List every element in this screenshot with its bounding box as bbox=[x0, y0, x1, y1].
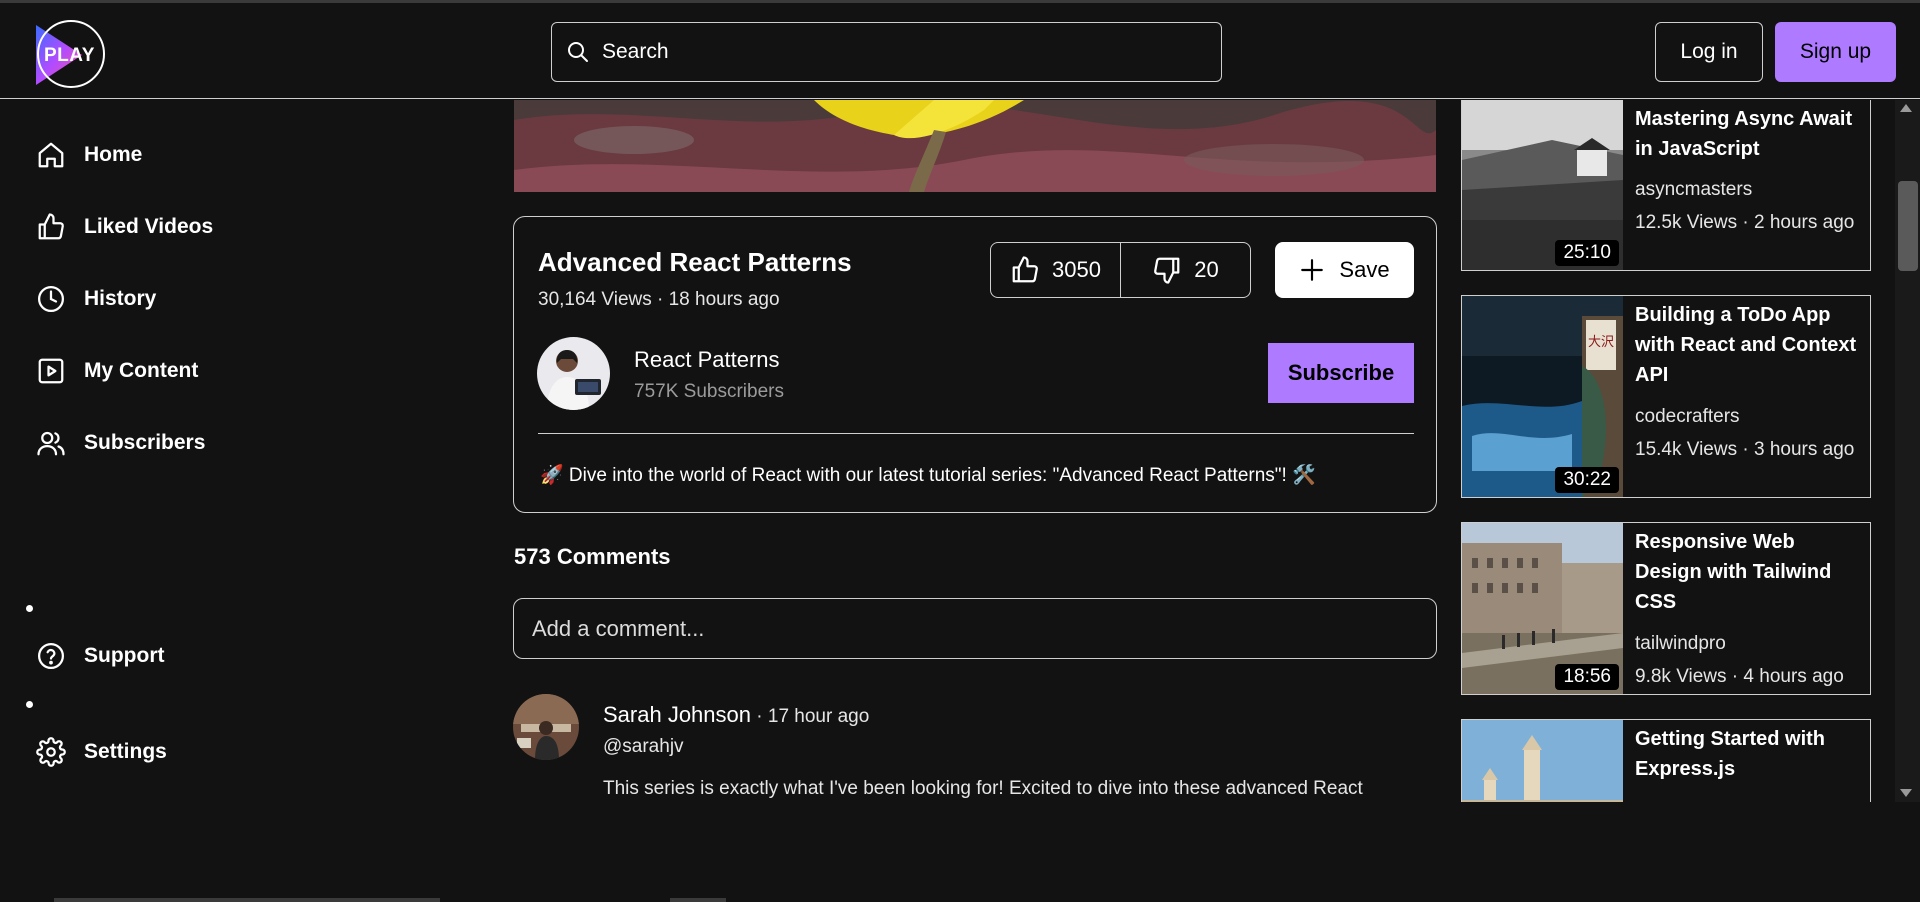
video-meta: 30,164 Views · 18 hours ago bbox=[538, 289, 780, 310]
recommended-title: Mastering Async Await in JavaScript bbox=[1635, 108, 1853, 160]
play-logo[interactable]: PLAY bbox=[34, 19, 108, 89]
sidebar-item-label: Home bbox=[84, 143, 143, 166]
recommended-channel: asyncmasters bbox=[1635, 179, 1753, 200]
video-info-card: Advanced React Patterns 30,164 Views · 1… bbox=[513, 216, 1437, 513]
recommended-video-card[interactable]: Getting Started with Express.js bbox=[1461, 719, 1871, 802]
video-duration: 30:22 bbox=[1555, 467, 1619, 493]
sidebar-item-home[interactable]: Home bbox=[36, 135, 142, 175]
divider bbox=[538, 433, 1414, 434]
comment-text: This series is exactly what I've been lo… bbox=[603, 778, 1363, 799]
video-description: 🚀 Dive into the world of React with our … bbox=[540, 465, 1316, 486]
svg-text:大沢: 大沢 bbox=[1588, 335, 1614, 350]
subscribe-button[interactable]: Subscribe bbox=[1268, 343, 1414, 403]
horizontal-scrollbar[interactable] bbox=[54, 898, 440, 902]
video-thumbnail: 18:56 bbox=[1462, 523, 1623, 694]
recommended-video-card[interactable]: 18:56 Responsive Web Design with Tailwin… bbox=[1461, 522, 1871, 695]
channel-name[interactable]: React Patterns bbox=[634, 347, 780, 373]
video-thumbnail bbox=[1462, 720, 1623, 802]
horizontal-scrollbar-segment[interactable] bbox=[670, 898, 726, 902]
sidebar-item-label: My Content bbox=[84, 359, 199, 382]
plus-icon bbox=[1301, 259, 1324, 281]
sidebar-item-label: Support bbox=[84, 644, 165, 667]
recommended-video-card[interactable]: 25:10 Mastering Async Await in JavaScrip… bbox=[1461, 100, 1871, 271]
sidebar: Home Liked Videos History My Content Sub… bbox=[0, 100, 480, 802]
sidebar-item-subscribers[interactable]: Subscribers bbox=[36, 423, 205, 463]
users-icon bbox=[37, 431, 65, 456]
video-player[interactable] bbox=[514, 100, 1436, 192]
recommended-channel: codecrafters bbox=[1635, 406, 1740, 427]
bottom-empty-area bbox=[0, 802, 1920, 902]
search-icon bbox=[568, 42, 588, 62]
recommended-video-card[interactable]: 大沢 30:22 Building a ToDo App with React … bbox=[1461, 295, 1871, 498]
bullet-dot bbox=[26, 701, 33, 708]
clock-icon bbox=[38, 286, 64, 312]
scrollbar-thumb[interactable] bbox=[1898, 181, 1918, 271]
play-square-icon bbox=[38, 358, 64, 384]
video-title: Advanced React Patterns bbox=[538, 247, 852, 277]
thumbnail-image bbox=[1462, 720, 1623, 802]
channel-avatar[interactable] bbox=[537, 337, 610, 410]
thumbs-up-icon bbox=[38, 213, 64, 240]
comments-count: 573 Comments bbox=[514, 544, 671, 569]
avatar[interactable] bbox=[513, 694, 579, 760]
thumbs-down-icon bbox=[1154, 257, 1180, 284]
login-button[interactable]: Log in bbox=[1655, 22, 1763, 82]
dislike-count: 20 bbox=[1194, 257, 1219, 282]
sidebar-item-label: Settings bbox=[84, 740, 167, 763]
video-duration: 18:56 bbox=[1555, 664, 1619, 690]
recommended-meta: 9.8k Views · 4 hours ago bbox=[1635, 666, 1844, 687]
signup-button[interactable]: Sign up bbox=[1775, 22, 1896, 82]
search-placeholder: Search bbox=[602, 40, 669, 63]
recommended-meta: 12.5k Views · 2 hours ago bbox=[1635, 212, 1855, 233]
recommended-title: Responsive Web Design with Tailwind CSS bbox=[1635, 531, 1832, 613]
channel-avatar-image bbox=[537, 337, 610, 410]
scroll-up-arrow-icon[interactable] bbox=[1900, 104, 1912, 112]
video-duration: 25:10 bbox=[1555, 240, 1619, 266]
sidebar-item-settings[interactable]: Settings bbox=[36, 732, 167, 772]
home-icon bbox=[38, 142, 64, 168]
sidebar-item-label: Subscribers bbox=[84, 431, 206, 454]
sidebar-item-history[interactable]: History bbox=[36, 279, 156, 319]
add-comment-input[interactable]: Add a comment... bbox=[513, 598, 1437, 659]
comment-avatar-image bbox=[513, 694, 579, 760]
recommended-title: Getting Started with Express.js bbox=[1635, 728, 1825, 780]
save-label: Save bbox=[1339, 257, 1390, 282]
sidebar-item-liked-videos[interactable]: Liked Videos bbox=[36, 207, 213, 247]
top-header: PLAY Search Log in Sign up bbox=[0, 3, 1920, 99]
gear-icon bbox=[36, 737, 66, 767]
recommended-title: Building a ToDo App with React and Conte… bbox=[1635, 304, 1857, 386]
help-circle-icon bbox=[38, 643, 64, 669]
video-frame-image bbox=[514, 100, 1436, 192]
scroll-down-arrow-icon[interactable] bbox=[1900, 789, 1912, 797]
logo-text: PLAY bbox=[44, 45, 95, 66]
comment-author[interactable]: Sarah Johnson bbox=[603, 702, 751, 727]
sidebar-item-label: Liked Videos bbox=[84, 215, 214, 238]
bullet-dot bbox=[26, 605, 33, 612]
recommended-meta: 15.4k Views · 3 hours ago bbox=[1635, 439, 1855, 460]
sidebar-item-label: History bbox=[84, 287, 157, 310]
like-dislike-group: 3050 20 bbox=[990, 242, 1251, 298]
save-button[interactable]: Save bbox=[1275, 242, 1414, 298]
search-input[interactable]: Search bbox=[551, 22, 1222, 82]
sidebar-item-support[interactable]: Support bbox=[36, 636, 164, 676]
comment-handle: @sarahjv bbox=[603, 736, 684, 757]
like-count: 3050 bbox=[1052, 257, 1101, 282]
recommended-channel: tailwindpro bbox=[1635, 633, 1726, 654]
thumbs-up-icon bbox=[1012, 256, 1038, 283]
comment-time: · 17 hour ago bbox=[751, 706, 870, 727]
video-thumbnail: 大沢 30:22 bbox=[1462, 296, 1623, 497]
recommended-list: 25:10 Mastering Async Await in JavaScrip… bbox=[1461, 100, 1872, 802]
video-thumbnail: 25:10 bbox=[1462, 100, 1623, 270]
sidebar-item-my-content[interactable]: My Content bbox=[36, 351, 198, 391]
like-button[interactable]: 3050 bbox=[991, 243, 1120, 297]
comment-author-line: Sarah Johnson · 17 hour ago bbox=[603, 702, 869, 728]
dislike-button[interactable]: 20 bbox=[1121, 243, 1250, 297]
channel-subscribers: 757K Subscribers bbox=[634, 381, 784, 402]
